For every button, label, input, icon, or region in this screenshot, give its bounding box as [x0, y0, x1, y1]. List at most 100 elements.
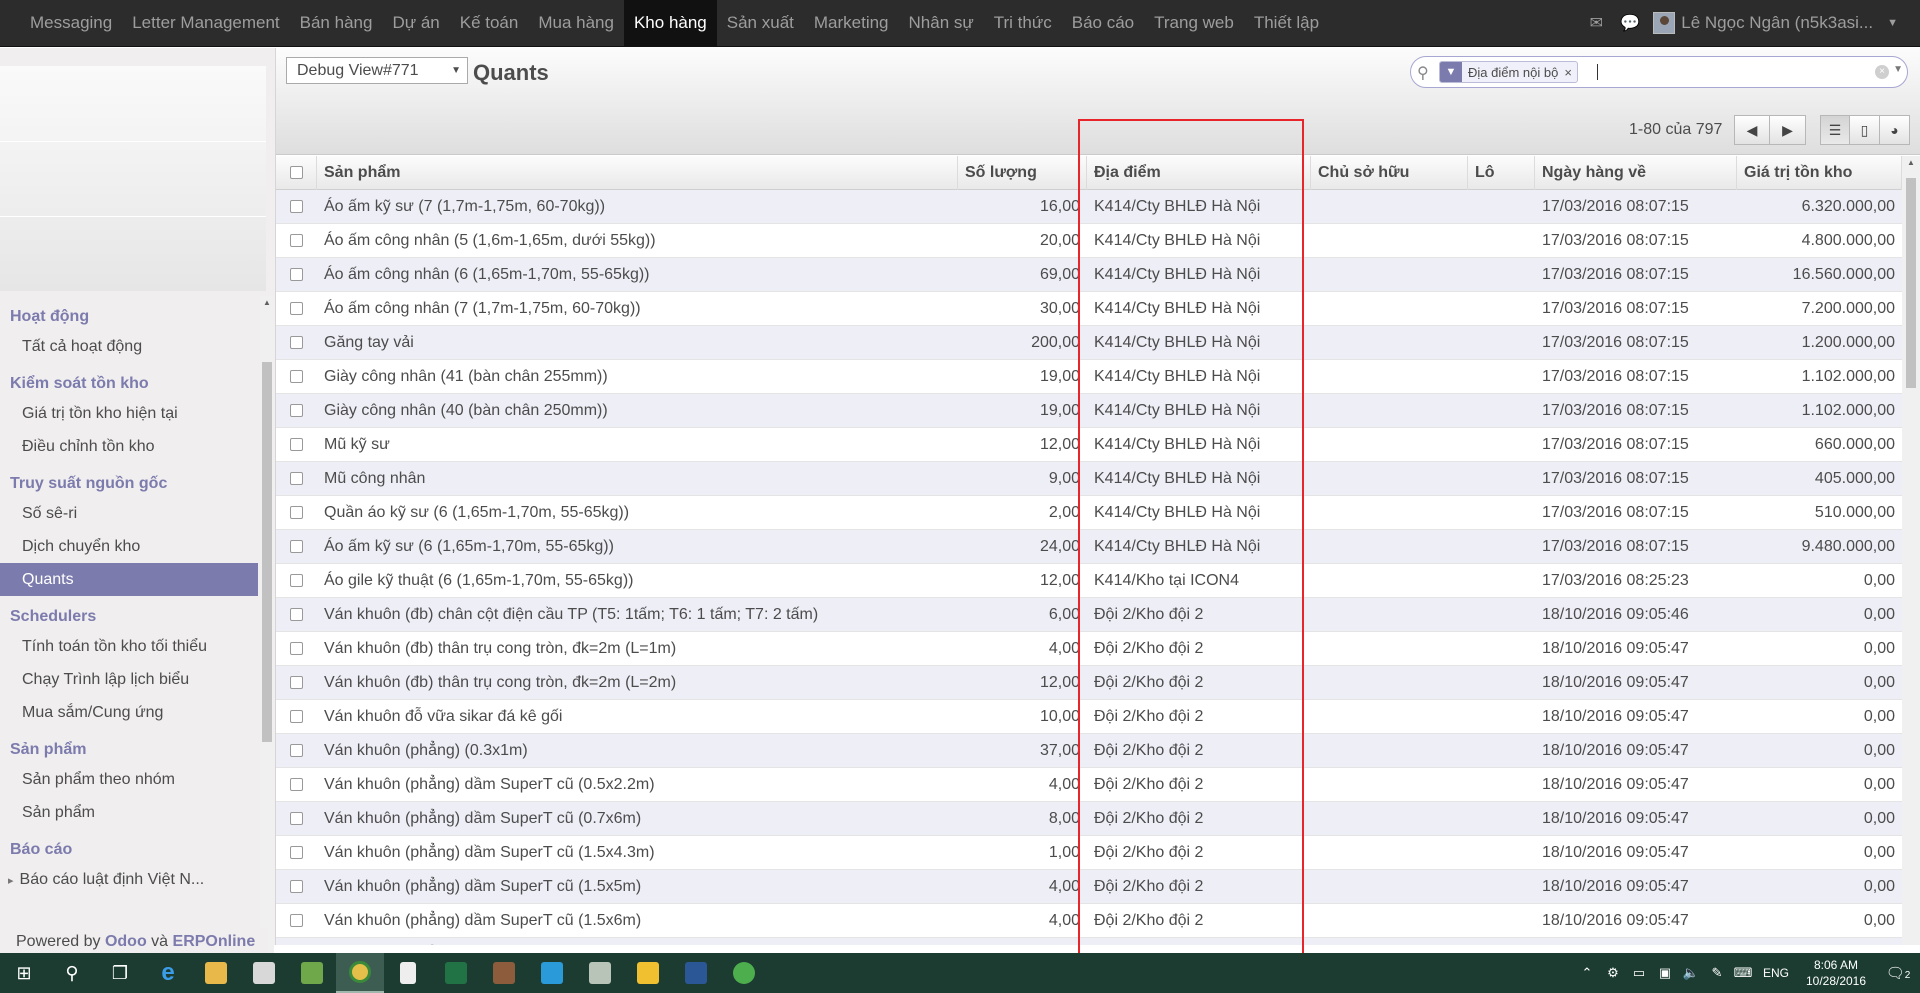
select-all-checkbox[interactable]	[289, 166, 303, 180]
word-icon[interactable]	[672, 953, 720, 993]
row-checkbox[interactable]	[290, 642, 303, 656]
search-icon[interactable]: ⚲	[1417, 63, 1435, 82]
row-checkbox[interactable]	[290, 200, 303, 214]
menu-item-trang-web[interactable]: Trang web	[1144, 0, 1244, 46]
remove-facet-icon[interactable]: ×	[1564, 65, 1577, 80]
sidebar-item-so-se-ri[interactable]: Số sê-ri	[0, 497, 258, 530]
row-checkbox[interactable]	[290, 404, 303, 418]
sidebar-section-schedulers[interactable]: Schedulers	[0, 604, 258, 630]
form-view-button[interactable]: ▯	[1850, 115, 1880, 145]
table-row[interactable]: Ván khuôn (phẳng) (0.3x1m) 37,00 Đội 2/Kho…	[276, 734, 1902, 768]
column-header-so-luong[interactable]: Số lượng	[958, 156, 1087, 190]
menu-item-bao-cao[interactable]: Báo cáo	[1062, 0, 1144, 46]
pager-value[interactable]: 1-80 của 797	[1629, 121, 1722, 139]
search-box[interactable]: ⚲ ▼ Địa điểm nội bộ × × ▼	[1410, 56, 1908, 88]
search-facet[interactable]: ▼ Địa điểm nội bộ ×	[1439, 61, 1578, 83]
menu-item-kho-hang[interactable]: Kho hàng	[623, 0, 717, 46]
battery-icon[interactable]: ▭	[1626, 965, 1652, 981]
chrome-icon[interactable]	[336, 953, 384, 993]
table-row[interactable]: Quần áo kỹ sư (6 (1,65m-1,70m, 55-65kg))…	[276, 496, 1902, 530]
column-header-ngay-hang-ve[interactable]: Ngày hàng về	[1535, 156, 1737, 190]
menu-item-marketing[interactable]: Marketing	[804, 0, 899, 46]
language-indicator[interactable]: ENG	[1756, 966, 1796, 980]
sidebar-section-truy-suat-nguon-goc[interactable]: Truy suất nguồn gốc	[0, 471, 258, 497]
ki-app-icon[interactable]	[528, 953, 576, 993]
settings-icon[interactable]: ⚙	[1600, 965, 1626, 981]
sidebar-item-tinh-toan-ton-kho-toi-thieu[interactable]: Tính toán tồn kho tối thiểu	[0, 630, 258, 663]
table-row[interactable]: Áo ấm kỹ sư (6 (1,65m-1,70m, 55-65kg)) 24…	[276, 530, 1902, 564]
table-row[interactable]: Ván khuôn (đb) thân trụ cong tròn, đk=2m…	[276, 632, 1902, 666]
row-checkbox[interactable]	[290, 778, 303, 792]
table-row[interactable]: Ván khuôn (phẳng) dầm SuperT cũ (1.5x4.3…	[276, 836, 1902, 870]
notifications-icon[interactable]: 🗨2	[1876, 964, 1920, 982]
row-checkbox[interactable]	[290, 880, 303, 894]
scrollbar-thumb[interactable]	[1906, 178, 1916, 388]
row-checkbox[interactable]	[290, 302, 303, 316]
row-checkbox[interactable]	[290, 914, 303, 928]
sidebar-item-san-pham-theo-nhom[interactable]: Sản phẩm theo nhóm	[0, 763, 258, 796]
start-icon[interactable]: ⊞	[0, 953, 48, 993]
sidebar-section-san-pham[interactable]: Sản phẩm	[0, 737, 258, 763]
avatar[interactable]	[1653, 12, 1676, 34]
lightbulb-icon[interactable]	[624, 953, 672, 993]
row-checkbox[interactable]	[290, 676, 303, 690]
column-header-san-pham[interactable]: Sản phẩm	[317, 156, 958, 190]
library-icon[interactable]	[480, 953, 528, 993]
sidebar-item-mua-sam-cung-ung[interactable]: Mua sắm/Cung ứng	[0, 696, 258, 729]
table-row[interactable]: Ván khuôn (phẳng) dầm T Hàn T2 (2x2m)3,0…	[276, 938, 1902, 945]
sidebar-item-gia-tri-ton-kho-hien-tai[interactable]: Giá trị tồn kho hiện tại	[0, 397, 258, 430]
table-row[interactable]: Áo ấm công nhân (7 (1,7m-1,75m, 60-70kg)…	[276, 292, 1902, 326]
user-name[interactable]: Lê Ngọc Ngân (n5k3asi...	[1681, 13, 1873, 33]
row-checkbox[interactable]	[290, 744, 303, 758]
table-row[interactable]: Ván khuôn (phẳng) dầm SuperT cũ (0.7x6m)…	[276, 802, 1902, 836]
column-header-lo[interactable]: Lô	[1468, 156, 1535, 190]
table-row[interactable]: Ván khuôn (phẳng) dầm SuperT cũ (1.5x5m)…	[276, 870, 1902, 904]
row-checkbox[interactable]	[290, 336, 303, 350]
search-options-icon[interactable]: ▼	[1893, 64, 1903, 75]
row-checkbox[interactable]	[290, 846, 303, 860]
network-icon[interactable]: ▣	[1652, 965, 1678, 981]
chat-icon[interactable]: 💬	[1613, 0, 1647, 47]
document-icon[interactable]	[384, 953, 432, 993]
table-row[interactable]: Mũ công nhân 9,00 K414/Cty BHLĐ Hà Nội 17/0…	[276, 462, 1902, 496]
excel-icon[interactable]	[432, 953, 480, 993]
scroll-up-icon[interactable]: ▲	[1902, 158, 1920, 167]
sidebar-item-dieu-chinh-ton-kho[interactable]: Điều chỉnh tồn kho	[0, 430, 258, 463]
table-row[interactable]: Ván khuôn (phẳng) dầm SuperT cũ (1.5x6m)…	[276, 904, 1902, 938]
scroll-up-icon[interactable]: ▲	[260, 296, 274, 310]
sidebar-section-hoat-dong[interactable]: Hoạt động	[0, 304, 258, 330]
search-icon[interactable]: ⚲	[48, 953, 96, 993]
sidebar-item-chay-trinh-lap-lich-bieu[interactable]: Chạy Trình lập lịch biểu	[0, 663, 258, 696]
graph-view-button[interactable]: ◕	[1880, 115, 1910, 145]
scrollbar-thumb[interactable]	[262, 362, 272, 742]
sidebar-item-tat-ca-hoat-dong[interactable]: Tất cả hoạt động	[0, 330, 258, 363]
table-row[interactable]: Ván khuôn (đb) thân trụ cong tròn, đk=2m…	[276, 666, 1902, 700]
table-row[interactable]: Áo gile kỹ thuật (6 (1,65m-1,70m, 55-65k…	[276, 564, 1902, 598]
table-row[interactable]: Giày công nhân (41 (bàn chân 255mm)) 19,0…	[276, 360, 1902, 394]
search-input[interactable]	[1597, 64, 1598, 80]
edge-icon[interactable]: e	[144, 953, 192, 993]
folder-icon[interactable]	[192, 953, 240, 993]
row-checkbox[interactable]	[290, 574, 303, 588]
clear-search-icon[interactable]: ×	[1875, 65, 1889, 79]
clock[interactable]: 8:06 AM 10/28/2016	[1796, 957, 1876, 989]
volume-icon[interactable]: 🔈	[1678, 965, 1704, 981]
sidebar-section-kiem-soat-ton-kho[interactable]: Kiểm soát tồn kho	[0, 371, 258, 397]
chevron-down-icon[interactable]: ▼	[1887, 17, 1898, 29]
table-row[interactable]: Găng tay vải 200,00 K414/Cty BHLĐ Hà Nội 17…	[276, 326, 1902, 360]
menu-item-tri-thuc[interactable]: Tri thức	[984, 0, 1062, 46]
table-row[interactable]: Ván khuôn (phẳng) dầm SuperT cũ (0.5x2.2…	[276, 768, 1902, 802]
table-row[interactable]: Áo ấm công nhân (5 (1,6m-1,65m, dưới 55k…	[276, 224, 1902, 258]
menu-item-mua-hang[interactable]: Mua hàng	[528, 0, 624, 46]
debug-view-select[interactable]: Debug View#771 ▼	[286, 57, 468, 84]
column-header-gia-tri-ton-kho[interactable]: Giá trị tồn kho	[1737, 156, 1902, 190]
map-app-icon[interactable]	[576, 953, 624, 993]
row-checkbox[interactable]	[290, 268, 303, 282]
column-header-dia-diem[interactable]: Địa điểm	[1087, 156, 1311, 190]
table-row[interactable]: Ván khuôn đỗ vữa sikar đá kê gối 10,00 Đội…	[276, 700, 1902, 734]
row-checkbox[interactable]	[290, 608, 303, 622]
table-row[interactable]: Áo ấm kỹ sư (7 (1,7m-1,75m, 60-70kg)) 16,…	[276, 190, 1902, 224]
mail-icon[interactable]: ✉	[1579, 0, 1613, 47]
menu-item-ban-hang[interactable]: Bán hàng	[290, 0, 383, 46]
menu-item-ke-toan[interactable]: Kế toán	[450, 0, 529, 46]
